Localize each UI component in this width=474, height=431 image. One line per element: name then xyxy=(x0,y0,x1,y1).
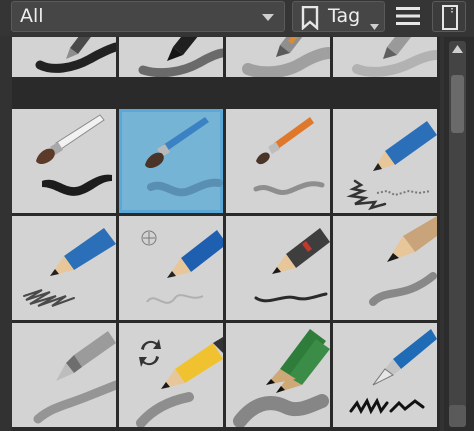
blue-pencil-scribble-icon xyxy=(23,228,116,307)
filter-value: All xyxy=(20,5,44,27)
preset-tile[interactable] xyxy=(226,216,330,320)
preset-tile[interactable] xyxy=(12,323,116,427)
pencil-rotate-icon xyxy=(136,337,223,427)
tag-label: Tag xyxy=(328,5,361,27)
preset-scrollbar[interactable] xyxy=(444,37,474,431)
preset-tile[interactable] xyxy=(333,109,437,213)
preset-tile[interactable] xyxy=(12,216,116,320)
marker-icon xyxy=(138,37,223,77)
scroll-thumb[interactable] xyxy=(451,75,464,133)
wood-pencil-shading-icon xyxy=(369,216,437,306)
preset-tile-selected[interactable] xyxy=(119,109,223,213)
graphite-pencil-icon xyxy=(254,228,330,303)
ink-brush-icon xyxy=(36,114,112,196)
charcoal-pencils-icon xyxy=(233,329,330,427)
preset-tile[interactable] xyxy=(119,37,223,77)
view-mode-button[interactable] xyxy=(432,1,466,32)
preset-tile[interactable] xyxy=(333,37,437,77)
pen-icon xyxy=(35,37,116,73)
preset-toolbar: All Tag xyxy=(0,0,474,36)
pencil-soft-icon xyxy=(352,37,437,77)
preset-tile[interactable] xyxy=(333,323,437,427)
preset-tile[interactable] xyxy=(119,323,223,427)
tag-button[interactable]: Tag xyxy=(292,1,385,32)
chevron-down-icon xyxy=(370,24,379,30)
preset-tile[interactable] xyxy=(12,109,116,213)
document-icon xyxy=(442,5,458,30)
watercolor-brush-icon xyxy=(145,117,223,197)
chevron-down-icon xyxy=(262,14,274,21)
hamburger-menu-icon[interactable] xyxy=(396,6,420,26)
preset-tile[interactable] xyxy=(226,109,330,213)
preset-grid xyxy=(12,37,440,431)
fountain-pen-icon xyxy=(349,329,437,415)
bookmark-icon xyxy=(301,6,319,30)
preset-tile[interactable] xyxy=(333,216,437,320)
mechanical-pencil-icon xyxy=(33,331,116,424)
scroll-up-icon[interactable] xyxy=(452,45,463,53)
blue-pencil-stipple-icon xyxy=(346,121,437,211)
filter-dropdown[interactable]: All xyxy=(11,1,285,32)
preset-tile[interactable] xyxy=(226,37,330,77)
preset-tile[interactable] xyxy=(119,216,223,320)
preset-tile[interactable] xyxy=(12,37,116,77)
blue-pencil-light-icon xyxy=(141,230,223,304)
preset-tile[interactable] xyxy=(226,323,330,427)
round-brush-icon xyxy=(253,117,325,195)
scroll-down-button[interactable] xyxy=(449,405,466,427)
airbrush-pen-icon xyxy=(242,37,330,77)
